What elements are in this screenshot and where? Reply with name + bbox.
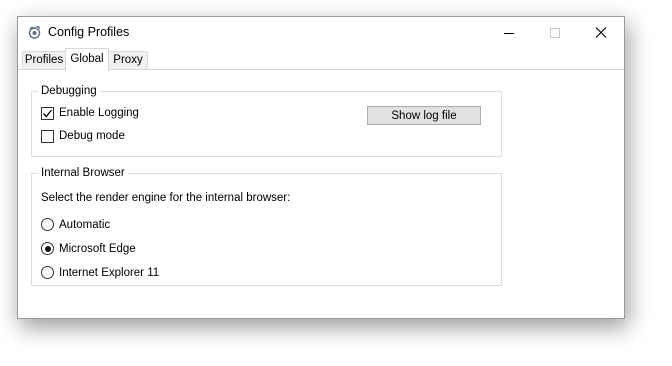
page: Config Profiles Profiles Global Proxy De… <box>0 0 672 366</box>
title-bar[interactable]: Config Profiles <box>18 17 624 48</box>
radio-microsoft-edge-label: Microsoft Edge <box>59 243 136 255</box>
radio-microsoft-edge-circle[interactable] <box>41 242 54 255</box>
minimize-icon <box>504 33 514 34</box>
radio-automatic-label: Automatic <box>59 219 111 231</box>
window-title: Config Profiles <box>48 25 130 39</box>
config-profiles-window: Config Profiles Profiles Global Proxy De… <box>17 16 625 319</box>
debugging-group: Debugging Enable Logging Debug mode Show… <box>31 84 502 157</box>
tab-strip: Profiles Global Proxy <box>18 48 624 71</box>
internal-browser-group: Internal Browser Select the render engin… <box>31 166 502 286</box>
radio-internet-explorer-11-label: Internet Explorer 11 <box>59 267 160 279</box>
internal-browser-legend: Internal Browser <box>38 166 128 180</box>
radio-selected-dot <box>44 245 51 252</box>
checkmark-icon <box>43 109 53 118</box>
maximize-icon <box>550 28 560 38</box>
enable-logging-label: Enable Logging <box>59 107 139 119</box>
debug-mode-box[interactable] <box>41 130 54 143</box>
close-button[interactable] <box>578 17 624 48</box>
tab-profiles[interactable]: Profiles <box>22 51 66 69</box>
close-icon <box>595 27 607 38</box>
show-log-file-button[interactable]: Show log file <box>367 106 481 125</box>
debug-mode-label: Debug mode <box>59 130 125 142</box>
minimize-button[interactable] <box>486 17 532 48</box>
render-engine-prompt: Select the render engine for the interna… <box>41 192 291 204</box>
app-icon <box>27 25 42 40</box>
radio-internet-explorer-11-circle[interactable] <box>41 266 54 279</box>
radio-automatic-circle[interactable] <box>41 218 54 231</box>
tab-global[interactable]: Global <box>65 48 109 71</box>
tab-proxy[interactable]: Proxy <box>108 51 148 69</box>
maximize-button[interactable] <box>532 17 578 48</box>
debugging-legend: Debugging <box>38 84 100 98</box>
enable-logging-box[interactable] <box>41 107 54 120</box>
